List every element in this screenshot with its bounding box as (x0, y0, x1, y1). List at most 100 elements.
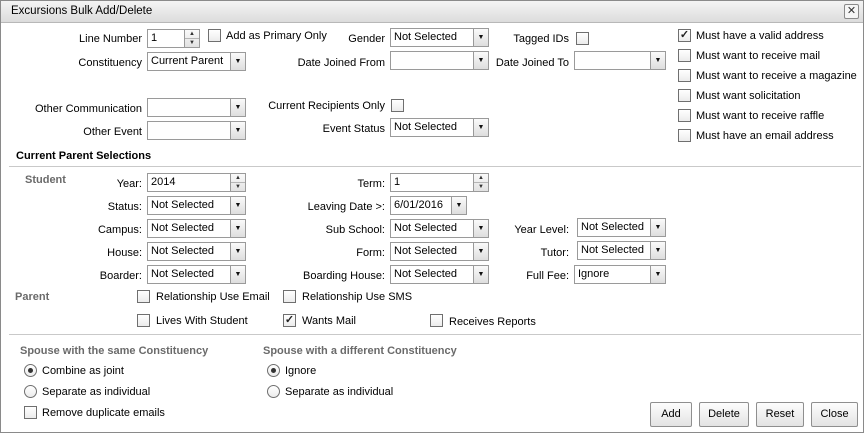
relationship-use-sms-checkbox[interactable] (283, 290, 296, 303)
term-stepper[interactable]: 1 ▲ ▼ (390, 173, 489, 192)
wants-mail-label: Wants Mail (302, 315, 356, 327)
tutor-select[interactable]: Not Selected ▼ (577, 241, 666, 260)
chevron-down-icon[interactable]: ▼ (230, 122, 245, 139)
full-fee-value: Ignore (578, 268, 610, 280)
requirement-checkbox-email-address[interactable] (678, 129, 691, 142)
chevron-down-icon[interactable]: ▼ (473, 29, 488, 46)
ignore-radio[interactable] (267, 364, 280, 377)
campus-select[interactable]: Not Selected ▼ (147, 219, 246, 238)
combine-as-joint-label: Combine as joint (42, 365, 124, 377)
term-value: 1 (394, 176, 401, 188)
spin-up-icon[interactable]: ▲ (474, 174, 488, 183)
full-fee-select[interactable]: Ignore ▼ (574, 265, 666, 284)
requirement-label: Must have a valid address (696, 30, 824, 42)
status-label: Status: (107, 201, 142, 213)
requirement-label: Must want to receive raffle (696, 110, 825, 122)
same-separate-individual-radio[interactable] (24, 385, 37, 398)
spin-up-icon[interactable]: ▲ (185, 30, 199, 39)
lives-with-student-label: Lives With Student (156, 315, 248, 327)
close-icon[interactable]: ✕ (844, 4, 859, 19)
combine-as-joint-radio[interactable] (24, 364, 37, 377)
tutor-value: Not Selected (581, 244, 644, 256)
chevron-down-icon[interactable]: ▼ (230, 99, 245, 116)
chevron-down-icon[interactable]: ▼ (230, 53, 245, 70)
constituency-select[interactable]: Current Parent ▼ (147, 52, 246, 71)
boarder-label: Boarder: (99, 270, 142, 282)
receives-reports-label: Receives Reports (449, 316, 536, 328)
leaving-date-picker[interactable]: 6/01/2016 ▼ (390, 196, 467, 215)
spin-up-icon[interactable]: ▲ (231, 174, 245, 183)
chevron-down-icon[interactable]: ▼ (230, 220, 245, 237)
sub-school-select[interactable]: Not Selected ▼ (390, 219, 489, 238)
gender-select[interactable]: Not Selected ▼ (390, 28, 489, 47)
other-event-select[interactable]: ▼ (147, 121, 246, 140)
ignore-label: Ignore (285, 365, 317, 377)
different-separate-individual-label: Separate as individual (285, 386, 394, 398)
title-bar: Excursions Bulk Add/Delete ✕ (1, 1, 863, 23)
requirement-checkbox-receive-mail[interactable] (678, 49, 691, 62)
requirement-checkbox-solicitation[interactable] (678, 89, 691, 102)
boarder-select[interactable]: Not Selected ▼ (147, 265, 246, 284)
chevron-down-icon[interactable]: ▼ (230, 266, 245, 283)
close-button[interactable]: Close (811, 402, 858, 427)
chevron-down-icon[interactable]: ▼ (650, 266, 665, 283)
requirement-checkbox-raffle[interactable] (678, 109, 691, 122)
line-number-spin[interactable]: ▲ ▼ (184, 30, 199, 47)
year-level-select[interactable]: Not Selected ▼ (577, 218, 666, 237)
remove-duplicate-emails-checkbox[interactable] (24, 406, 37, 419)
chevron-down-icon[interactable]: ▼ (650, 242, 665, 259)
term-spin[interactable]: ▲ ▼ (473, 174, 488, 191)
calendar-icon[interactable]: ▼ (451, 197, 466, 214)
requirement-checkbox-valid-address[interactable] (678, 29, 691, 42)
other-communication-select[interactable]: ▼ (147, 98, 246, 117)
spin-down-icon[interactable]: ▼ (185, 39, 199, 47)
chevron-down-icon[interactable]: ▼ (650, 52, 665, 69)
requirement-label: Must have an email address (696, 130, 834, 142)
divider (9, 334, 861, 335)
relationship-use-email-checkbox[interactable] (137, 290, 150, 303)
parent-section-label: Parent (15, 291, 50, 303)
chevron-down-icon[interactable]: ▼ (473, 220, 488, 237)
event-status-select[interactable]: Not Selected ▼ (390, 118, 489, 137)
full-fee-label: Full Fee: (526, 270, 569, 282)
gender-value: Not Selected (394, 31, 457, 43)
status-select[interactable]: Not Selected ▼ (147, 196, 246, 215)
sub-school-label: Sub School: (325, 224, 385, 236)
house-select[interactable]: Not Selected ▼ (147, 242, 246, 261)
relationship-use-sms-label: Relationship Use SMS (302, 291, 413, 303)
sub-school-value: Not Selected (394, 222, 457, 234)
date-joined-to-select[interactable]: ▼ (574, 51, 666, 70)
line-number-value: 1 (151, 32, 158, 44)
lives-with-student-checkbox[interactable] (137, 314, 150, 327)
requirement-checkbox-receive-magazine[interactable] (678, 69, 691, 82)
year-value: 2014 (151, 176, 176, 188)
requirement-label: Must want to receive mail (696, 50, 821, 62)
line-number-stepper[interactable]: 1 ▲ ▼ (147, 29, 200, 48)
form-select[interactable]: Not Selected ▼ (390, 242, 489, 261)
current-recipients-only-checkbox[interactable] (391, 99, 404, 112)
house-value: Not Selected (151, 245, 214, 257)
tagged-ids-checkbox[interactable] (576, 32, 589, 45)
year-spin[interactable]: ▲ ▼ (230, 174, 245, 191)
delete-button[interactable]: Delete (699, 402, 749, 427)
spin-down-icon[interactable]: ▼ (474, 183, 488, 191)
wants-mail-checkbox[interactable] (283, 314, 296, 327)
add-button[interactable]: Add (650, 402, 692, 427)
chevron-down-icon[interactable]: ▼ (473, 119, 488, 136)
date-joined-to-label: Date Joined To (495, 57, 569, 69)
reset-button[interactable]: Reset (756, 402, 804, 427)
spin-down-icon[interactable]: ▼ (231, 183, 245, 191)
chevron-down-icon[interactable]: ▼ (230, 197, 245, 214)
chevron-down-icon[interactable]: ▼ (473, 266, 488, 283)
chevron-down-icon[interactable]: ▼ (650, 219, 665, 236)
chevron-down-icon[interactable]: ▼ (473, 243, 488, 260)
chevron-down-icon[interactable]: ▼ (230, 243, 245, 260)
year-level-value: Not Selected (581, 221, 644, 233)
receives-reports-checkbox[interactable] (430, 314, 443, 327)
different-separate-individual-radio[interactable] (267, 385, 280, 398)
date-joined-from-select[interactable]: ▼ (390, 51, 489, 70)
chevron-down-icon[interactable]: ▼ (473, 52, 488, 69)
year-stepper[interactable]: 2014 ▲ ▼ (147, 173, 246, 192)
add-primary-only-checkbox[interactable] (208, 29, 221, 42)
boarding-house-select[interactable]: Not Selected ▼ (390, 265, 489, 284)
